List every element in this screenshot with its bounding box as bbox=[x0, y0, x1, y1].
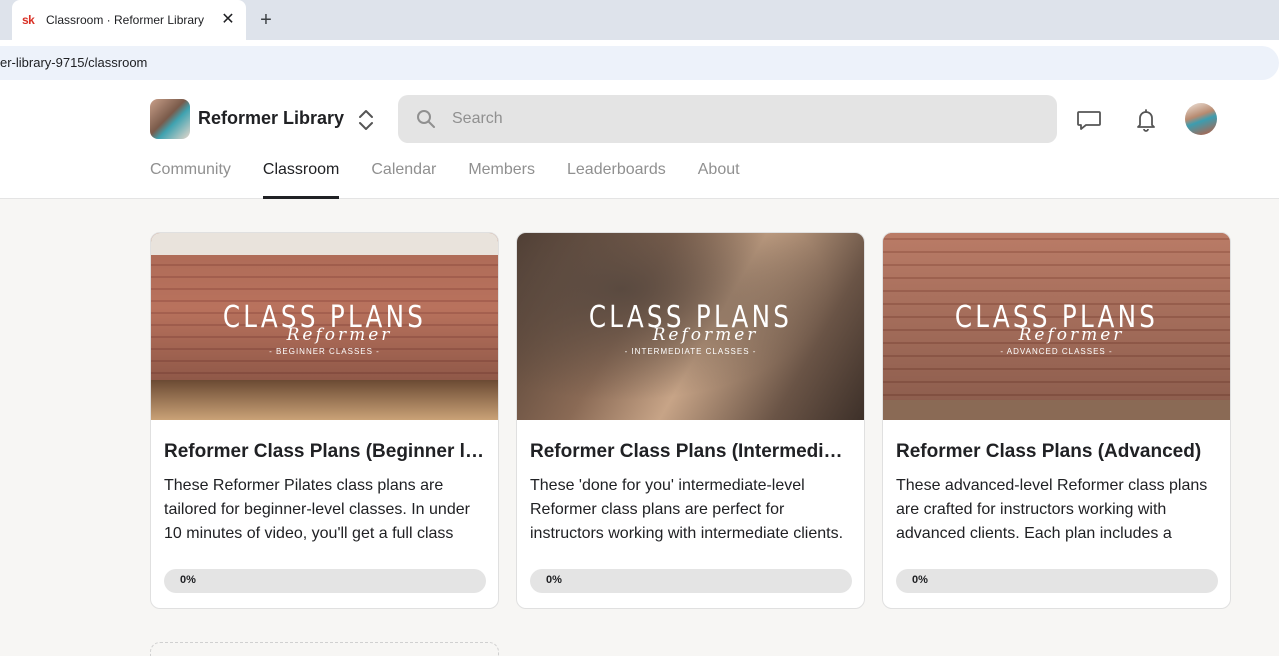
address-url: er-library-9715/classroom bbox=[0, 55, 148, 70]
search-bar[interactable] bbox=[398, 95, 1057, 143]
course-title[interactable]: Reformer Class Plans (Advanced) bbox=[896, 441, 1217, 463]
close-tab-icon[interactable]: ✕ bbox=[220, 12, 236, 28]
tab-about[interactable]: About bbox=[698, 161, 740, 199]
course-progress-bar: 0% bbox=[164, 569, 486, 593]
search-icon bbox=[417, 110, 435, 128]
tab-calendar[interactable]: Calendar bbox=[371, 161, 436, 199]
cover-title: CLASS PLANS bbox=[954, 300, 1159, 335]
app-header: Reformer Library Community Classroom Cal… bbox=[0, 86, 1279, 199]
browser-tabstrip: sk Classroom · Reformer Library ✕ + bbox=[0, 0, 1279, 40]
course-card-intermediate[interactable]: CLASS PLANS Reformer - INTERMEDIATE CLAS… bbox=[516, 232, 865, 609]
tab-community[interactable]: Community bbox=[150, 161, 231, 199]
course-card-beginner[interactable]: CLASS PLANS Reformer - BEGINNER CLASSES … bbox=[150, 232, 499, 609]
course-title[interactable]: Reformer Class Plans (Beginner level) bbox=[164, 441, 485, 463]
tab-leaderboards[interactable]: Leaderboards bbox=[567, 161, 666, 199]
browser-tab[interactable]: sk Classroom · Reformer Library ✕ bbox=[12, 0, 246, 40]
course-description: These Reformer Pilates class plans are t… bbox=[164, 477, 470, 542]
search-input[interactable] bbox=[452, 110, 1012, 128]
main-nav: Community Classroom Calendar Members Lea… bbox=[150, 161, 772, 199]
cover-subtitle: - BEGINNER CLASSES - bbox=[269, 347, 380, 356]
tab-members[interactable]: Members bbox=[468, 161, 535, 199]
group-name[interactable]: Reformer Library bbox=[198, 108, 344, 129]
course-description: These 'done for you' intermediate-level … bbox=[530, 477, 844, 542]
progress-label: 0% bbox=[912, 574, 928, 586]
course-cover-image: CLASS PLANS Reformer - BEGINNER CLASSES … bbox=[151, 233, 498, 420]
cover-subtitle: - ADVANCED CLASSES - bbox=[1000, 347, 1113, 356]
address-bar: er-library-9715/classroom bbox=[0, 40, 1279, 86]
tab-classroom[interactable]: Classroom bbox=[262, 161, 340, 199]
progress-label: 0% bbox=[180, 574, 196, 586]
course-title[interactable]: Reformer Class Plans (Intermediate level… bbox=[530, 441, 851, 463]
group-logo[interactable] bbox=[150, 99, 190, 139]
course-progress-bar: 0% bbox=[530, 569, 852, 593]
site-favicon-icon: sk bbox=[22, 13, 35, 27]
course-cover-image: CLASS PLANS Reformer - ADVANCED CLASSES … bbox=[883, 233, 1230, 420]
course-cover-image: CLASS PLANS Reformer - INTERMEDIATE CLAS… bbox=[517, 233, 864, 420]
cover-subtitle: - INTERMEDIATE CLASSES - bbox=[624, 347, 757, 356]
add-course-placeholder[interactable] bbox=[150, 642, 499, 656]
progress-label: 0% bbox=[546, 574, 562, 586]
chat-icon[interactable] bbox=[1076, 107, 1102, 133]
tab-title: Classroom · Reformer Library bbox=[46, 13, 205, 27]
bell-icon[interactable] bbox=[1133, 107, 1159, 133]
user-avatar[interactable] bbox=[1185, 103, 1217, 135]
course-progress-bar: 0% bbox=[896, 569, 1218, 593]
address-field[interactable] bbox=[0, 46, 1279, 80]
course-card-advanced[interactable]: CLASS PLANS Reformer - ADVANCED CLASSES … bbox=[882, 232, 1231, 609]
group-switcher-icon[interactable] bbox=[356, 107, 376, 133]
cover-title: CLASS PLANS bbox=[222, 300, 427, 335]
course-description: These advanced-level Reformer class plan… bbox=[896, 477, 1208, 542]
cover-title: CLASS PLANS bbox=[588, 300, 793, 335]
new-tab-icon[interactable]: + bbox=[256, 10, 276, 30]
